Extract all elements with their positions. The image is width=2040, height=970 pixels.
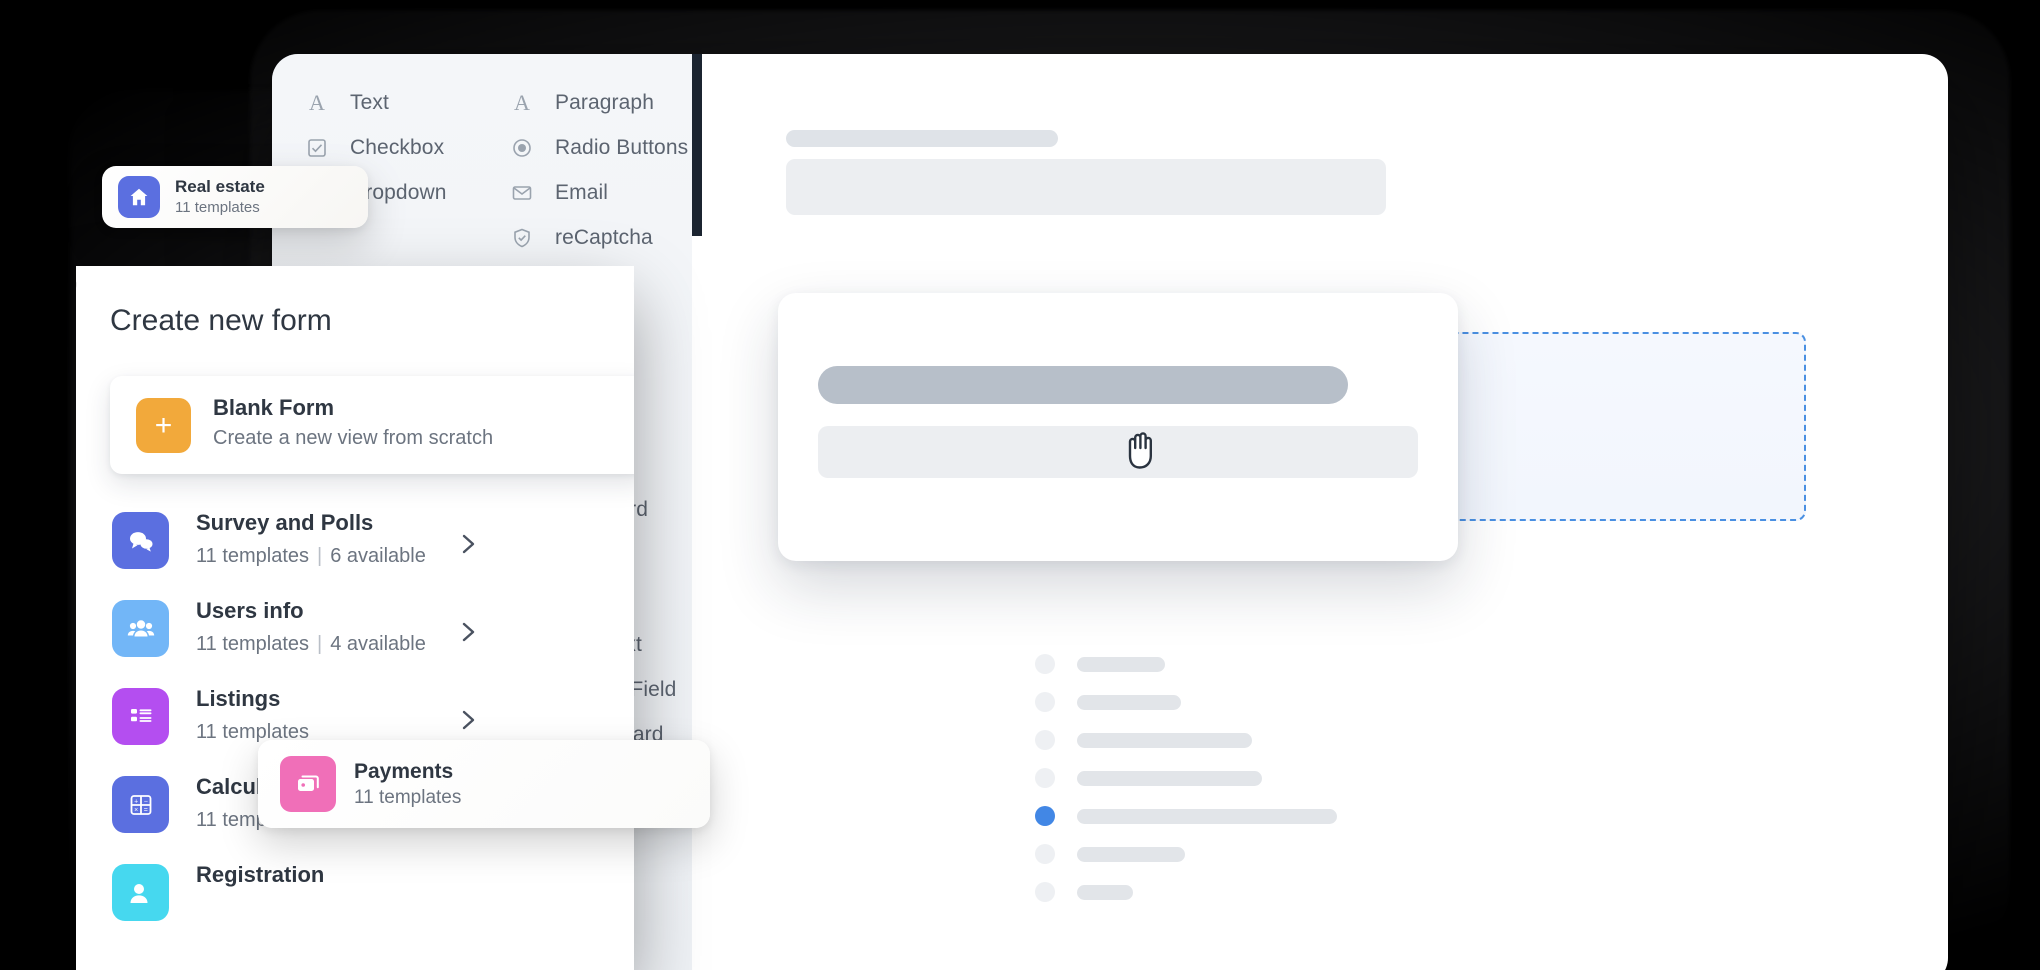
list-item[interactable] xyxy=(1035,683,1337,721)
meta-separator: | xyxy=(309,545,330,567)
floating-card-payments[interactable]: Payments 11 templates xyxy=(258,740,710,828)
option-label-placeholder xyxy=(1077,771,1262,786)
svg-text:+: + xyxy=(134,798,138,805)
svg-text:=: = xyxy=(143,807,147,814)
list-item[interactable] xyxy=(1035,873,1337,911)
category-templates-count: 11 templates xyxy=(196,545,309,567)
chevron-right-icon[interactable] xyxy=(458,529,480,564)
panel-top-fade xyxy=(76,266,634,292)
list-item[interactable] xyxy=(1035,797,1337,835)
screenshot-stage: A Text Checkbox Dropdown A Paragraph Rad… xyxy=(0,0,2040,970)
option-label-placeholder xyxy=(1077,733,1252,748)
field-type-label: Paragraph xyxy=(555,91,654,115)
drag-card-label-placeholder xyxy=(818,366,1348,404)
radio-icon[interactable] xyxy=(1035,654,1055,674)
category-name: Listings xyxy=(196,686,280,712)
envelope-icon xyxy=(507,178,537,208)
radio-icon[interactable] xyxy=(1035,844,1055,864)
calculator-icon: +−× = xyxy=(112,776,169,833)
list-item[interactable] xyxy=(1035,645,1337,683)
preview-radio-list xyxy=(1035,645,1337,911)
dragged-field-card[interactable] xyxy=(778,293,1458,561)
option-label-placeholder xyxy=(1077,695,1181,710)
serif-a-icon: A xyxy=(302,88,332,118)
chevron-right-icon[interactable] xyxy=(458,617,480,652)
serif-a-icon: A xyxy=(507,88,537,118)
option-label-placeholder xyxy=(1077,657,1165,672)
drag-card-input-placeholder xyxy=(818,426,1418,478)
field-type-checkbox[interactable]: Checkbox xyxy=(302,131,444,165)
preview-label-placeholder xyxy=(786,130,1058,147)
checkbox-icon xyxy=(302,133,332,163)
option-label-placeholder xyxy=(1077,847,1185,862)
category-templates-count: 11 templates xyxy=(196,633,309,655)
radio-icon[interactable] xyxy=(1035,882,1055,902)
wallet-icon xyxy=(280,756,336,812)
list-item[interactable] xyxy=(1035,835,1337,873)
field-type-label: Text xyxy=(350,91,389,115)
floating-card-subtitle: 11 templates xyxy=(354,785,461,810)
blank-form-card[interactable]: + Blank Form Create a new view from scra… xyxy=(110,376,634,474)
category-meta: 11 templates|4 available xyxy=(196,633,426,656)
category-name: Survey and Polls xyxy=(196,510,373,536)
blank-form-subtitle: Create a new view from scratch xyxy=(213,427,493,450)
floating-card-title: Payments xyxy=(354,758,461,785)
home-icon xyxy=(118,176,160,218)
field-type-label: Email xyxy=(555,181,608,205)
radio-icon[interactable] xyxy=(1035,692,1055,712)
floating-card-text: Real estate 11 templates xyxy=(175,176,265,218)
floating-card-subtitle: 11 templates xyxy=(175,198,265,218)
category-item-users-info[interactable]: Users info 11 templates|4 available xyxy=(110,589,610,677)
category-available-count: 6 available xyxy=(330,545,426,567)
svg-text:×: × xyxy=(134,807,138,814)
field-type-text[interactable]: A Text xyxy=(302,86,389,120)
floating-card-text: Payments 11 templates xyxy=(354,758,461,810)
blank-form-title: Blank Form xyxy=(213,395,334,421)
field-type-label: reCaptcha xyxy=(555,226,653,250)
radio-icon-selected[interactable] xyxy=(1035,806,1055,826)
category-meta: 11 templates|6 available xyxy=(196,545,426,568)
field-type-recaptcha[interactable]: reCaptcha xyxy=(507,221,653,255)
svg-text:A: A xyxy=(309,91,325,115)
list-item[interactable] xyxy=(1035,721,1337,759)
floating-card-real-estate[interactable]: Real estate 11 templates xyxy=(102,166,368,228)
chat-bubbles-icon xyxy=(112,512,169,569)
chevron-right-icon[interactable] xyxy=(458,705,480,740)
category-available-count: 4 available xyxy=(330,633,426,655)
svg-text:−: − xyxy=(143,798,147,805)
plus-icon: + xyxy=(136,398,191,453)
radio-icon xyxy=(507,133,537,163)
preview-input-placeholder xyxy=(786,159,1386,215)
option-label-placeholder xyxy=(1077,885,1133,900)
create-new-form-panel: Create new form + Blank Form Create a ne… xyxy=(76,266,634,970)
category-item-survey-and-polls[interactable]: Survey and Polls 11 templates|6 availabl… xyxy=(110,501,610,589)
shield-check-icon xyxy=(507,223,537,253)
floating-card-title: Real estate xyxy=(175,176,265,198)
field-type-paragraph[interactable]: A Paragraph xyxy=(507,86,654,120)
template-category-list: Survey and Polls 11 templates|6 availabl… xyxy=(110,501,610,941)
user-add-icon xyxy=(112,864,169,921)
category-name: Users info xyxy=(196,598,304,624)
category-name: Registration xyxy=(196,862,324,888)
field-type-email[interactable]: Email xyxy=(507,176,608,210)
grab-hand-cursor xyxy=(1122,426,1162,470)
list-icon xyxy=(112,688,169,745)
svg-text:A: A xyxy=(514,91,530,115)
radio-icon[interactable] xyxy=(1035,730,1055,750)
meta-separator: | xyxy=(309,633,330,655)
field-type-label: Radio Buttons xyxy=(555,136,688,160)
category-item-registration[interactable]: Registration xyxy=(110,853,610,941)
field-type-radio-buttons[interactable]: Radio Buttons xyxy=(507,131,688,165)
radio-icon[interactable] xyxy=(1035,768,1055,788)
list-item[interactable] xyxy=(1035,759,1337,797)
users-icon xyxy=(112,600,169,657)
page-title: Create new form xyxy=(110,304,332,338)
field-type-label: Checkbox xyxy=(350,136,444,160)
option-label-placeholder xyxy=(1077,809,1337,824)
